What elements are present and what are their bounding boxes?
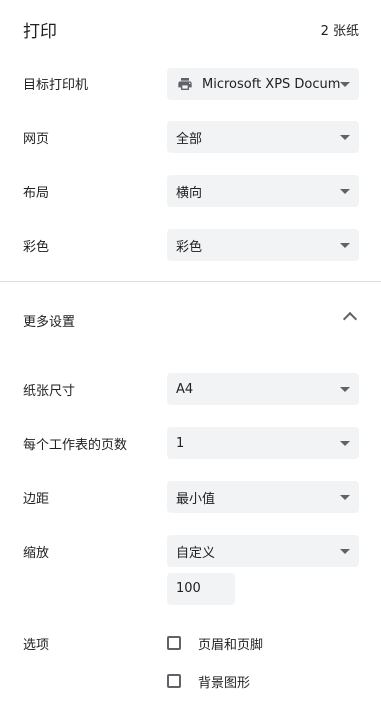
dropdown-arrow-icon <box>340 81 350 87</box>
dropdown-arrow-icon <box>340 242 350 248</box>
pages-value: 全部 <box>176 131 203 147</box>
options-label: 选项 <box>23 638 50 653</box>
headers-footers-option[interactable]: 页眉和页脚 <box>167 633 263 653</box>
dropdown-arrow-icon <box>340 440 350 446</box>
more-settings-toggle[interactable]: 更多设置 <box>0 300 381 338</box>
paper-size-label: 纸张尺寸 <box>23 384 76 399</box>
page-title: 打印 <box>23 22 57 42</box>
background-graphics-checkbox[interactable] <box>167 674 181 688</box>
pages-per-sheet-value: 1 <box>176 435 185 451</box>
pages-per-sheet-select[interactable]: 1 <box>167 427 359 459</box>
margins-value: 最小值 <box>176 491 216 507</box>
margins-label: 边距 <box>23 492 50 507</box>
scale-label: 缩放 <box>23 546 50 561</box>
scale-input[interactable]: 100 <box>167 573 235 605</box>
dropdown-arrow-icon <box>340 548 350 554</box>
scale-select[interactable]: 自定义 <box>167 535 359 567</box>
printer-icon <box>178 78 192 90</box>
background-graphics-option[interactable]: 背景图形 <box>167 671 250 691</box>
paper-size-select[interactable]: A4 <box>167 373 359 405</box>
layout-value: 横向 <box>176 185 203 201</box>
printer-value: Microsoft XPS Docum <box>202 76 340 92</box>
pages-select[interactable]: 全部 <box>167 121 359 153</box>
color-value: 彩色 <box>176 239 203 255</box>
section-divider <box>0 281 381 282</box>
color-label: 彩色 <box>23 240 50 255</box>
scale-value: 自定义 <box>176 545 216 561</box>
printer-select[interactable]: Microsoft XPS Docum <box>167 68 359 100</box>
print-header: 打印 2 张纸 <box>0 0 381 56</box>
pages-label: 网页 <box>23 132 50 147</box>
printer-label: 目标打印机 <box>23 78 89 93</box>
color-select[interactable]: 彩色 <box>167 229 359 261</box>
dropdown-arrow-icon <box>340 188 350 194</box>
sheet-count: 2 张纸 <box>320 24 359 39</box>
layout-label: 布局 <box>23 186 50 201</box>
more-settings-label: 更多设置 <box>23 315 76 330</box>
headers-footers-label: 页眉和页脚 <box>198 637 264 653</box>
headers-footers-checkbox[interactable] <box>167 636 181 650</box>
dropdown-arrow-icon <box>340 494 350 500</box>
paper-size-value: A4 <box>176 381 194 397</box>
pages-per-sheet-label: 每个工作表的页数 <box>23 438 128 453</box>
layout-select[interactable]: 横向 <box>167 175 359 207</box>
dropdown-arrow-icon <box>340 386 350 392</box>
margins-select[interactable]: 最小值 <box>167 481 359 513</box>
background-graphics-label: 背景图形 <box>198 675 251 691</box>
chevron-up-icon <box>342 311 358 327</box>
dropdown-arrow-icon <box>340 134 350 140</box>
